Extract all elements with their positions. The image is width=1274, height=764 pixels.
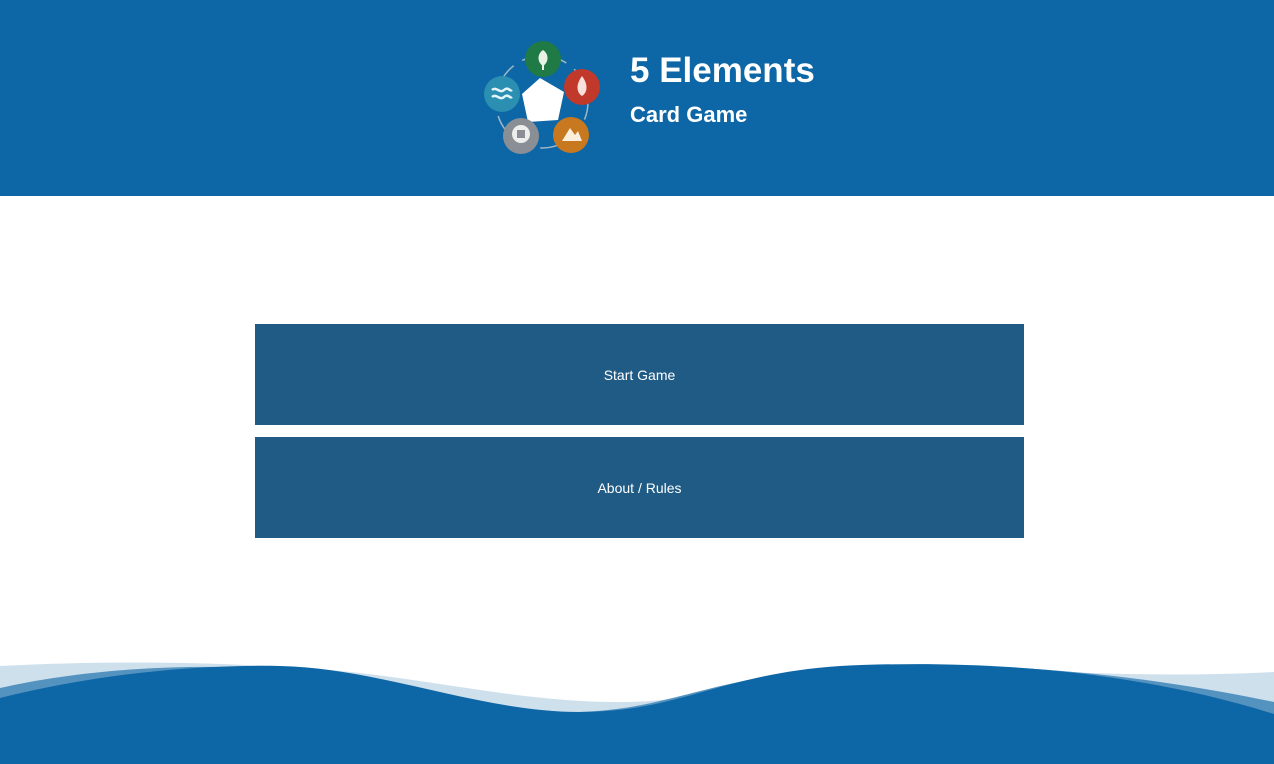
start-game-button[interactable]: Start Game <box>255 324 1024 425</box>
water-element-icon <box>484 76 520 112</box>
main-menu-screen: 5 Elements Card Game Start Game About / … <box>0 0 1274 764</box>
waves-icon <box>0 662 1274 764</box>
game-subtitle: Card Game <box>630 102 748 127</box>
five-elements-logo-icon <box>484 41 600 154</box>
metal-element-icon <box>503 118 539 154</box>
title-block: 5 Elements Card Game <box>630 52 815 128</box>
game-title: 5 Elements <box>630 51 815 90</box>
header-banner: 5 Elements Card Game <box>0 0 1274 196</box>
earth-element-icon <box>553 117 589 153</box>
about-rules-button[interactable]: About / Rules <box>255 437 1024 538</box>
wood-element-icon <box>525 41 561 77</box>
fire-element-icon <box>564 69 600 105</box>
